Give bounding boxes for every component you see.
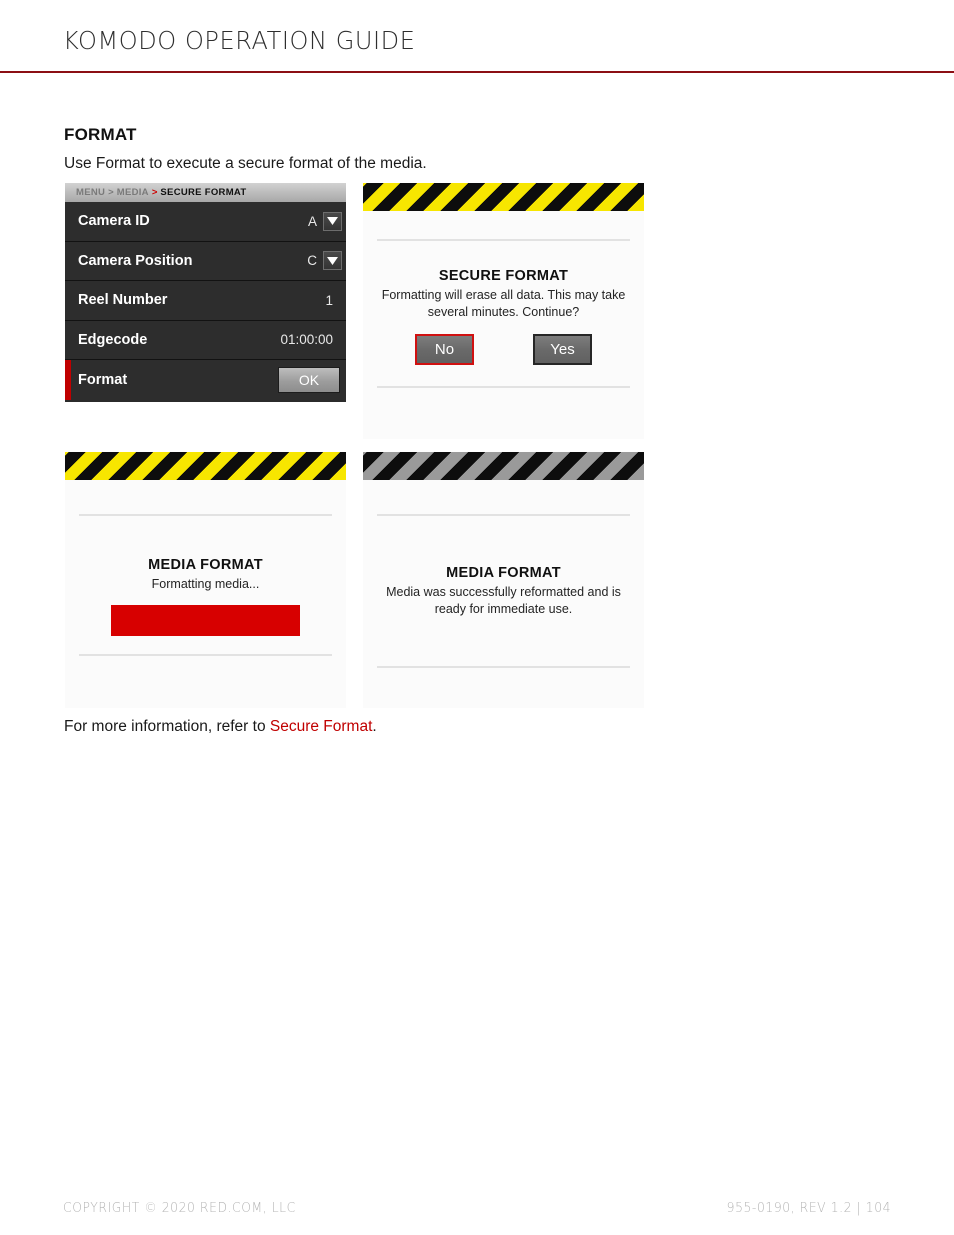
warning-stripe-top [65,452,346,480]
chevron-down-icon[interactable] [323,211,342,231]
format-progress-fill [111,604,300,636]
dialog-message: Media was successfully reformatted and i… [386,585,621,616]
breadcrumb-separator-1: > [108,187,114,198]
dialog-button-row: No Yes [377,334,630,366]
breadcrumb-separator-2: > [151,187,158,198]
chevron-down-icon[interactable] [323,251,342,271]
dialog-message: Formatting media... [151,577,260,591]
dialog-divider-bottom [377,666,630,669]
reference-caption: For more information, refer to Secure Fo… [64,718,377,736]
neutral-stripe-top [363,452,644,480]
menu-row-label: Edgecode [78,331,148,348]
dialog-message: Formatting will erase all data. This may… [381,288,626,319]
menu-row-control: 1 [325,293,346,308]
menu-row-edgecode[interactable]: Edgecode 01:00:00 [65,320,346,360]
menu-row-control[interactable]: A [307,211,346,231]
menu-row-reel-number[interactable]: Reel Number 1 [65,281,346,321]
format-progress-bar [111,604,300,636]
menu-row-label: Camera Position [78,252,193,269]
no-button[interactable]: No [415,334,474,366]
dialog-title: SECURE FORMAT [438,268,569,284]
caption-suffix: . [372,718,377,735]
warning-stripe-top [363,183,644,211]
dialog-divider-top [377,514,630,516]
media-format-success-dialog: MEDIA FORMAT Media was successfully refo… [363,452,644,708]
camera-menu-panel: MENU > MEDIA > SECURE FORMAT Camera ID A… [65,183,346,402]
caption-prefix: For more information, refer to [64,718,270,735]
dialog-divider-top [79,514,332,516]
dialog-divider-bottom [377,386,630,389]
media-format-progress-dialog: MEDIA FORMAT Formatting media... [65,452,346,708]
breadcrumb-parent[interactable]: MEDIA [117,187,149,198]
secure-format-link[interactable]: Secure Format [270,718,373,735]
menu-row-control[interactable]: C [307,251,346,271]
footer-copyright: COPYRIGHT © 2020 RED.COM, LLC [63,1201,296,1216]
secure-format-confirm-dialog: SECURE FORMAT Formatting will erase all … [363,183,644,439]
menu-row-camera-id[interactable]: Camera ID A [65,202,346,242]
breadcrumb: MENU > MEDIA > SECURE FORMAT [65,183,346,202]
page-header: KOMODO OPERATION GUIDE [0,0,954,73]
menu-row-label: Format [78,371,128,388]
menu-row-camera-position[interactable]: Camera Position C [65,241,346,281]
header-divider-rule [0,71,954,73]
section-intro-text: Use Format to execute a secure format of… [64,155,427,172]
menu-row-label: Camera ID [78,213,150,230]
yes-button[interactable]: Yes [533,334,592,366]
dialog-divider-top [377,239,630,241]
format-ok-button[interactable]: OK [278,366,340,393]
menu-row-label: Reel Number [78,292,168,309]
breadcrumb-current: SECURE FORMAT [160,187,247,198]
menu-row-value: 1 [325,292,333,308]
dialog-title: MEDIA FORMAT [148,557,263,573]
menu-row-value: A [307,213,317,229]
dialog-title: MEDIA FORMAT [446,565,561,581]
menu-row-format[interactable]: Format OK [65,360,346,400]
breadcrumb-root[interactable]: MENU [76,187,105,198]
menu-row-value: C [307,253,317,269]
section-heading: FORMAT [64,125,137,144]
menu-row-control: 01:00:00 [280,332,346,347]
selected-row-indicator [65,360,71,400]
page-title: KOMODO OPERATION GUIDE [63,26,416,55]
dialog-divider-bottom [79,653,332,656]
menu-row-control[interactable]: OK [272,366,346,393]
menu-row-value: 01:00:00 [280,332,333,348]
footer-document-id: 955-0190, REV 1.2 | 104 [726,1201,891,1216]
